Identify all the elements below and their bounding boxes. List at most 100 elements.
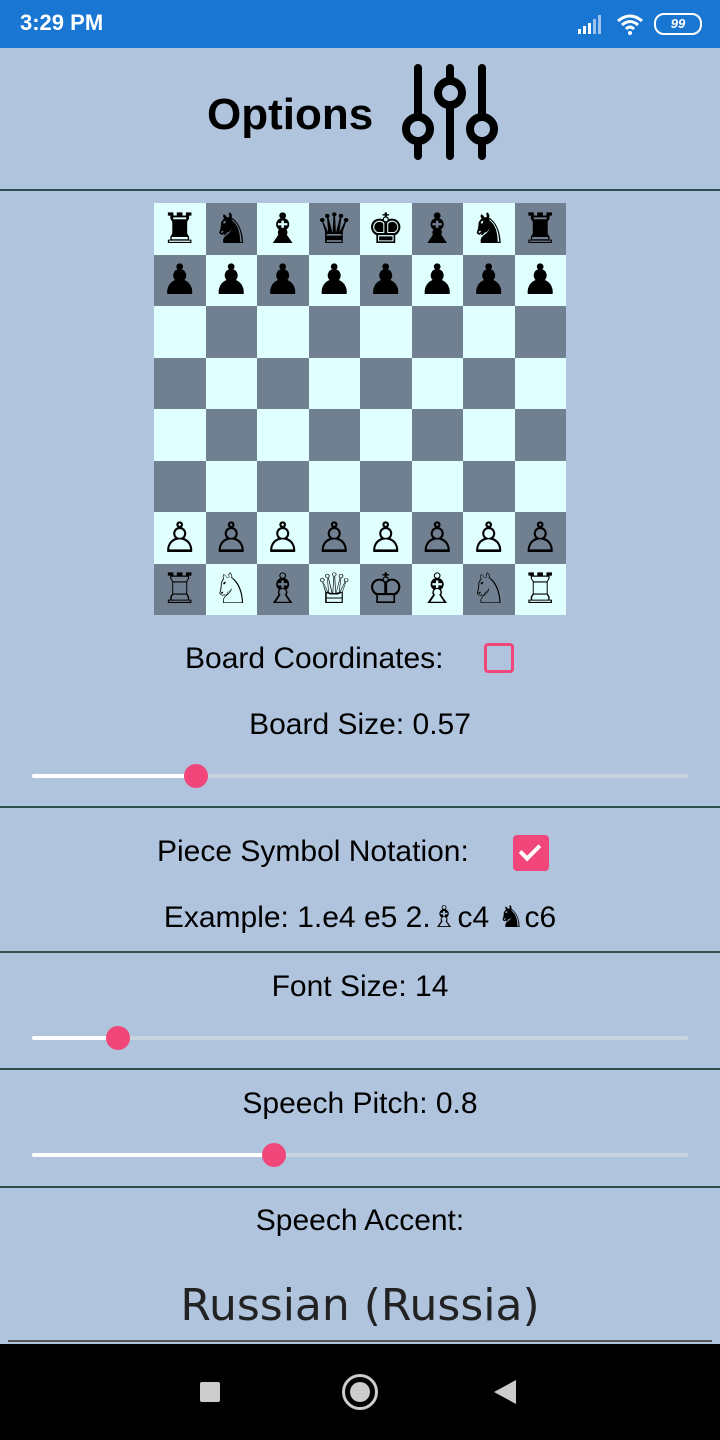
board-square: ♙ xyxy=(360,512,412,564)
piece-symbol-notation-label: Piece Symbol Notation: xyxy=(157,835,469,868)
chess-piece: ♜ xyxy=(160,203,199,253)
board-square: ♛ xyxy=(308,203,360,255)
chess-piece: ♙ xyxy=(212,512,251,562)
board-square: ♖ xyxy=(514,563,566,615)
board-square: ♝ xyxy=(411,203,463,255)
board-square: ♟ xyxy=(514,254,566,306)
board-square xyxy=(514,357,566,409)
navigation-bar xyxy=(0,1344,720,1440)
board-square xyxy=(205,460,257,512)
board-square: ♟ xyxy=(463,254,515,306)
board-coordinates-checkbox[interactable] xyxy=(484,643,514,673)
board-square: ♙ xyxy=(308,512,360,564)
speech-accent-picker[interactable]: Russian (Russia) xyxy=(0,1280,720,1331)
board-square xyxy=(205,409,257,461)
board-square xyxy=(463,357,515,409)
board-square xyxy=(514,460,566,512)
divider xyxy=(0,1068,720,1070)
board-square xyxy=(205,306,257,358)
board-square xyxy=(463,409,515,461)
board-square xyxy=(463,460,515,512)
board-size-label: Board Size: 0.57 xyxy=(249,708,471,741)
speech-pitch-slider-thumb[interactable] xyxy=(262,1143,287,1167)
chess-piece: ♖ xyxy=(521,564,560,614)
chess-piece: ♕ xyxy=(315,564,354,614)
chess-piece: ♟ xyxy=(160,255,199,305)
board-square xyxy=(257,306,309,358)
signal-icon xyxy=(578,15,601,34)
chess-piece: ♙ xyxy=(263,512,302,562)
chess-piece: ♟ xyxy=(418,255,457,305)
chess-piece: ♟ xyxy=(212,255,251,305)
board-square xyxy=(411,460,463,512)
chess-piece: ♙ xyxy=(418,512,457,562)
board-square: ♟ xyxy=(257,254,309,306)
board-square: ♟ xyxy=(411,254,463,306)
speech-pitch-slider[interactable] xyxy=(32,1140,688,1170)
board-square xyxy=(308,357,360,409)
header: Options xyxy=(0,48,720,189)
board-square xyxy=(411,357,463,409)
chess-piece: ♗ xyxy=(418,564,457,614)
board-square xyxy=(154,357,206,409)
chess-piece: ♙ xyxy=(315,512,354,562)
status-icons: 99 xyxy=(578,12,702,36)
chess-piece: ♞ xyxy=(212,203,251,253)
font-size-label: Font Size: 14 xyxy=(271,970,449,1003)
board-square: ♔ xyxy=(360,563,412,615)
board-square xyxy=(257,409,309,461)
chess-piece: ♟ xyxy=(469,255,508,305)
font-size-slider[interactable] xyxy=(32,1023,688,1053)
board-square: ♙ xyxy=(514,512,566,564)
back-button[interactable] xyxy=(494,1380,516,1404)
chess-piece: ♙ xyxy=(160,512,199,562)
board-square xyxy=(154,306,206,358)
divider xyxy=(0,189,720,191)
chess-piece: ♟ xyxy=(263,255,302,305)
chess-piece: ♜ xyxy=(521,203,560,253)
recents-button[interactable] xyxy=(200,1382,220,1402)
chess-piece: ♟ xyxy=(315,255,354,305)
battery-icon: 99 xyxy=(654,13,702,35)
board-square xyxy=(360,357,412,409)
board-size-slider[interactable] xyxy=(32,761,688,791)
board-square: ♖ xyxy=(154,563,206,615)
font-size-slider-thumb[interactable] xyxy=(105,1026,130,1050)
board-square xyxy=(308,460,360,512)
board-square: ♕ xyxy=(308,563,360,615)
board-square xyxy=(154,460,206,512)
board-size-slider-thumb[interactable] xyxy=(184,764,208,788)
page-title: Options xyxy=(207,90,374,139)
board-square: ♙ xyxy=(463,512,515,564)
board-square: ♜ xyxy=(154,203,206,255)
wifi-icon xyxy=(617,14,643,35)
board-square: ♙ xyxy=(205,512,257,564)
board-square: ♚ xyxy=(360,203,412,255)
board-square xyxy=(360,409,412,461)
board-square xyxy=(411,306,463,358)
board-square xyxy=(514,306,566,358)
home-button[interactable] xyxy=(342,1374,378,1410)
notation-example: Example: 1.e4 e5 2.♗c4 ♞c6 xyxy=(163,901,557,934)
board-square: ♟ xyxy=(308,254,360,306)
board-square xyxy=(205,357,257,409)
board-square: ♝ xyxy=(257,203,309,255)
speech-accent-label: Speech Accent: xyxy=(255,1204,465,1237)
board-square xyxy=(257,357,309,409)
piece-symbol-notation-checkbox[interactable] xyxy=(513,835,549,871)
status-bar: 3:29 PM 99 xyxy=(0,0,720,48)
chess-piece: ♛ xyxy=(315,203,354,253)
board-square: ♙ xyxy=(154,512,206,564)
chess-piece: ♟ xyxy=(366,255,405,305)
chess-piece: ♘ xyxy=(469,564,508,614)
board-coordinates-label: Board Coordinates: xyxy=(185,642,444,675)
divider xyxy=(0,806,720,808)
chess-piece: ♖ xyxy=(160,564,199,614)
board-square xyxy=(514,409,566,461)
board-square: ♟ xyxy=(205,254,257,306)
board-square: ♜ xyxy=(514,203,566,255)
chess-piece: ♗ xyxy=(263,564,302,614)
board-square xyxy=(308,306,360,358)
board-square xyxy=(463,306,515,358)
status-time: 3:29 PM xyxy=(20,10,104,35)
